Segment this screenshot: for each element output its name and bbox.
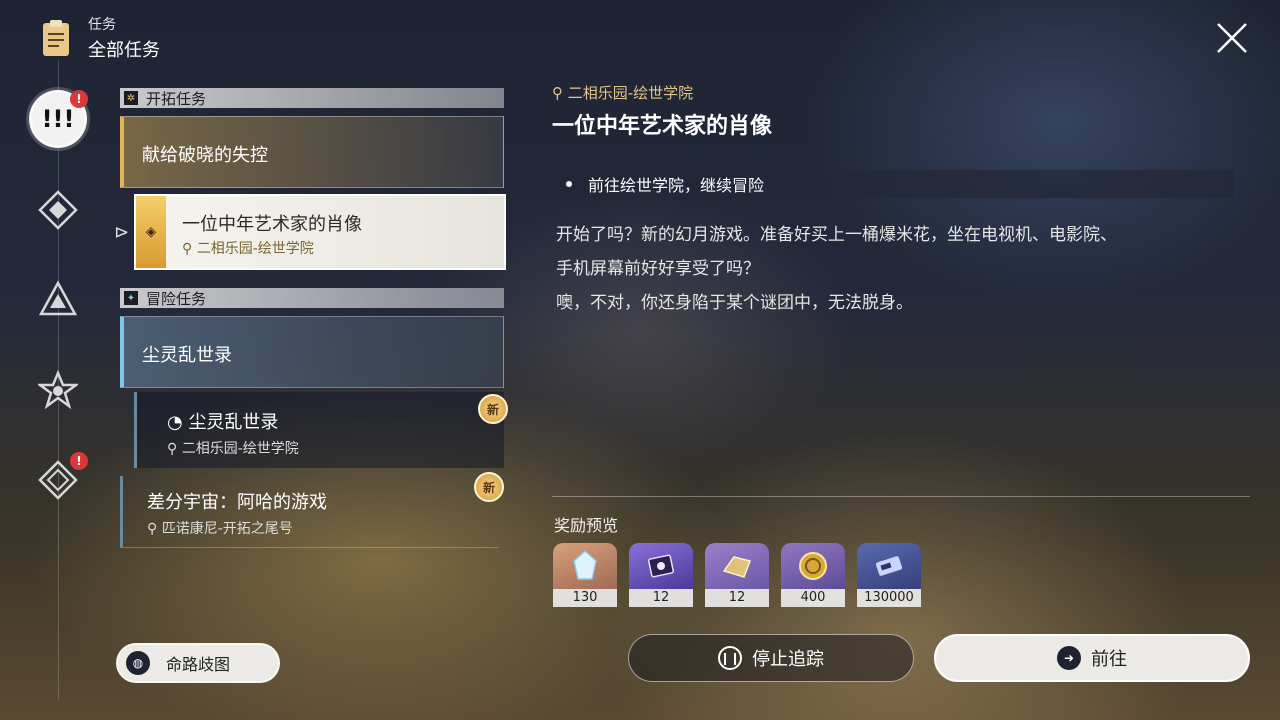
bullet-icon (566, 181, 572, 187)
all-missions-icon: !!! (41, 105, 75, 133)
path-map-button[interactable]: ◍ 命路歧图 (116, 643, 280, 683)
trailblaze-section-icon: ✲ (124, 91, 138, 105)
section-header-trailblaze: ✲ 开拓任务 (120, 88, 504, 108)
pause-icon: ❙❙ (718, 646, 742, 670)
go-label: 前往 (1091, 649, 1127, 670)
trailblaze-stripe-icon: ◈ (136, 196, 166, 268)
mission-title-text: 尘灵乱世录 (188, 412, 279, 433)
mission-group-trailblaze[interactable]: 献给破晓的失控 (120, 116, 504, 188)
mission-item-selected[interactable]: ◈ 一位中年艺术家的肖像 ⚲ 二相乐园-绘世学院 (134, 194, 506, 270)
purple-material-icon (629, 543, 693, 589)
section-header-adventure: ✦ 冒险任务 (120, 288, 504, 308)
description-line: 开始了吗？新的幻月游戏。准备好买上一桶爆米花，坐在电视机、电影院、 (556, 225, 1117, 245)
objective-text: 前往绘世学院，继续冒险 (588, 176, 765, 195)
location-pin-icon: ⚲ (167, 441, 182, 457)
mission-location-text: 二相乐园-绘世学院 (181, 441, 299, 457)
location-pin-icon: ⚲ (147, 521, 162, 537)
description-line: 噢，不对，你还身陷于某个谜团中，无法脱身。 (556, 293, 913, 313)
header-section-label: 任务 (88, 17, 116, 33)
companion-mission-icon (38, 280, 78, 316)
reward-count: 12 (629, 589, 693, 607)
reward-item-gold-material[interactable]: 12 (705, 543, 769, 607)
reward-item-purple-material[interactable]: 12 (629, 543, 693, 607)
divider (552, 496, 1250, 497)
go-button[interactable]: ➜ 前往 (934, 634, 1250, 682)
location-pin-icon: ⚲ (182, 241, 197, 257)
stellar-jade-icon (553, 543, 617, 589)
detail-title: 一位中年艺术家的肖像 (552, 114, 773, 139)
reward-count: 400 (781, 589, 845, 607)
reward-item-stellar-jade[interactable]: 130 (553, 543, 617, 607)
rail-adventure-button[interactable] (30, 362, 86, 418)
rail-trailblaze-button[interactable] (30, 182, 86, 238)
notification-badge: ! (70, 452, 88, 470)
section-label: 开拓任务 (146, 89, 207, 108)
mission-title: 差分宇宙：阿哈的游戏 (147, 492, 327, 513)
selection-arrow-icon: ⊳ (114, 222, 130, 243)
mission-title: ◔ 尘灵乱世录 (167, 408, 278, 434)
mission-group-title: 尘灵乱世录 (142, 345, 232, 366)
reward-item-exp-ticket[interactable]: 130000 (857, 543, 921, 607)
mission-group-adventure[interactable]: 尘灵乱世录 (120, 316, 504, 388)
mission-type-icon: ◔ (167, 412, 189, 433)
description-line: 手机屏幕前好好享受了吗？ (556, 259, 760, 279)
objective-bar: 前往绘世学院，继续冒险 (552, 170, 1234, 198)
mission-location: ⚲ 二相乐园-绘世学院 (167, 438, 299, 458)
planet-icon: ◍ (126, 651, 150, 675)
stop-tracking-button[interactable]: ❙❙ 停止追踪 (628, 634, 914, 682)
mission-location: ⚲ 匹诺康尼-开拓之尾号 (147, 518, 293, 538)
mission-group-title: 献给破晓的失控 (142, 145, 268, 166)
new-badge: 新 (478, 394, 508, 424)
go-arrow-icon: ➜ (1057, 646, 1081, 670)
mission-item-adventure[interactable]: ◔ 尘灵乱世录 ⚲ 二相乐园-绘世学院 (134, 392, 504, 468)
rail-companion-button[interactable] (30, 272, 86, 328)
adventure-section-icon: ✦ (124, 291, 138, 305)
reward-preview-label: 奖励预览 (554, 516, 619, 535)
stop-tracking-label: 停止追踪 (752, 649, 824, 670)
detail-location: ⚲ 二相乐园-绘世学院 (552, 82, 693, 103)
mission-description: 开始了吗？新的幻月游戏。准备好买上一桶爆米花，坐在电视机、电影院、 手机屏幕前好… (556, 218, 1236, 320)
section-label: 冒险任务 (146, 289, 207, 308)
mission-location-text: 二相乐园-绘世学院 (196, 241, 314, 257)
mission-location-text: 匹诺康尼-开拓之尾号 (161, 521, 293, 537)
exp-ticket-icon (857, 543, 921, 589)
trailblaze-mission-icon (38, 190, 78, 230)
mission-clipboard-icon (40, 18, 72, 58)
notification-badge: ! (70, 90, 88, 108)
location-pin-icon: ⚲ (552, 84, 568, 102)
reward-count: 130000 (857, 589, 921, 607)
credit-coin-icon (781, 543, 845, 589)
reward-count: 130 (553, 589, 617, 607)
gold-material-icon (705, 543, 769, 589)
path-map-label: 命路歧图 (165, 655, 230, 674)
mission-item-diff-universe[interactable]: 差分宇宙：阿哈的游戏 ⚲ 匹诺康尼-开拓之尾号 (120, 476, 498, 548)
mission-location: ⚲ 二相乐园-绘世学院 (182, 238, 314, 258)
page-title: 全部任务 (88, 40, 160, 61)
close-icon[interactable] (1212, 18, 1252, 58)
new-badge: 新 (474, 472, 504, 502)
detail-location-text: 二相乐园-绘世学院 (567, 84, 694, 102)
mission-title: 一位中年艺术家的肖像 (182, 214, 362, 235)
reward-count: 12 (705, 589, 769, 607)
adventure-mission-icon (38, 370, 78, 410)
reward-item-credit[interactable]: 400 (781, 543, 845, 607)
